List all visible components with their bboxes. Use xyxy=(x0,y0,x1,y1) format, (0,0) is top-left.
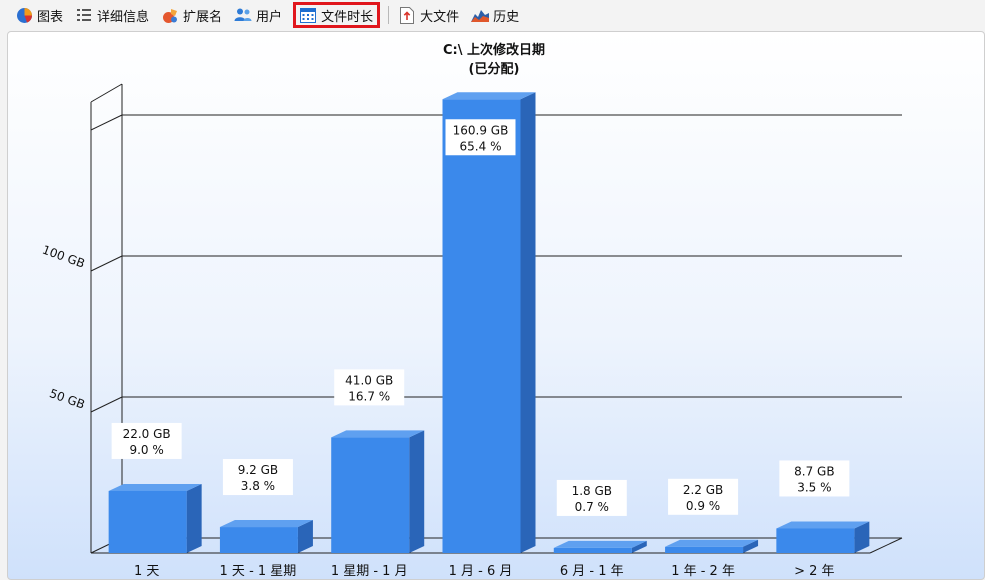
data-label-value: 22.0 GB xyxy=(123,427,171,441)
data-label-percent: 65.4 % xyxy=(460,139,502,153)
toolbar-separator xyxy=(388,6,390,24)
users-icon xyxy=(234,6,252,24)
gridline-side xyxy=(90,255,123,272)
data-label-value: 160.9 GB xyxy=(453,123,509,137)
data-label-value: 1.8 GB xyxy=(572,484,612,498)
data-label-percent: 9.0 % xyxy=(129,443,163,457)
bar-2 xyxy=(219,520,313,553)
chart-title: C:\ 上次修改日期 xyxy=(443,42,545,58)
tab-extensions-label: 扩展名 xyxy=(183,9,223,25)
bar-top-face xyxy=(442,92,536,100)
large-file-icon xyxy=(398,6,416,24)
data-label-percent: 0.9 % xyxy=(686,499,720,513)
bar-4 xyxy=(442,92,536,554)
bar-front-face xyxy=(442,99,521,554)
tab-extensions[interactable]: 扩展名 xyxy=(156,2,229,28)
bar-front-face xyxy=(553,547,632,553)
bar-front-face xyxy=(219,527,298,553)
bar-side-face xyxy=(520,92,536,554)
bar-front-face xyxy=(108,490,187,553)
floor-right-edge xyxy=(869,537,903,554)
tab-users[interactable]: 用户 xyxy=(229,2,289,28)
tab-details[interactable]: 详细信息 xyxy=(70,2,156,28)
tab-details-label: 详细信息 xyxy=(97,9,150,25)
data-label-value: 8.7 GB xyxy=(794,464,834,478)
details-list-icon xyxy=(75,6,93,24)
data-label: 8.7 GB 3.5 % xyxy=(779,460,850,497)
tab-history[interactable]: 历史 xyxy=(466,2,526,28)
bar-side-face xyxy=(186,483,202,553)
chart-x-labels: 1 天 1 天 - 1 星期 1 星期 - 1 月 1 月 - 6 月 6 月 - 1 … xyxy=(134,564,835,579)
bar-front-face xyxy=(665,546,744,553)
data-label: 9.2 GB 3.8 % xyxy=(222,459,293,496)
bar-front-face xyxy=(331,437,410,553)
chart-subtitle: (已分配) xyxy=(469,61,520,77)
calendar-icon xyxy=(299,6,317,24)
tab-large-files[interactable]: 大文件 xyxy=(393,2,466,28)
y-tick-label: 50 GB xyxy=(48,386,87,412)
extension-icon xyxy=(161,6,179,24)
bar-top-face xyxy=(331,430,425,438)
bar-6 xyxy=(665,539,759,553)
data-label: 1.8 GB 0.7 % xyxy=(556,479,627,516)
chart-panel: C:\ 上次修改日期 (已分配) 50 GB 100 GB 22.0 GB 9.0 … xyxy=(7,31,985,580)
x-tick-label: > 2 年 xyxy=(794,564,834,579)
x-tick-label: 1 星期 - 1 月 xyxy=(331,564,408,579)
y-axis-top-link xyxy=(90,83,123,103)
data-label-percent: 0.7 % xyxy=(575,500,609,514)
bar-top-face xyxy=(665,539,759,547)
bar-3 xyxy=(331,430,425,553)
gridline-side xyxy=(90,114,123,131)
bar-top-face xyxy=(776,521,870,529)
data-label-percent: 3.5 % xyxy=(797,480,831,494)
x-tick-label: 1 月 - 6 月 xyxy=(449,564,513,579)
gridline-side xyxy=(90,396,123,413)
tab-chart[interactable]: 图表 xyxy=(10,2,70,28)
bar-7 xyxy=(776,521,870,553)
data-label: 160.9 GB 65.4 % xyxy=(445,119,516,156)
x-tick-label: 1 年 - 2 年 xyxy=(671,564,735,579)
bar-1 xyxy=(108,483,202,553)
tab-users-label: 用户 xyxy=(256,9,283,25)
tab-history-label: 历史 xyxy=(493,9,520,25)
data-label-value: 2.2 GB xyxy=(683,483,723,497)
history-icon xyxy=(471,6,490,24)
y-tick-label: 100 GB xyxy=(40,243,86,271)
bar-front-face xyxy=(776,528,855,553)
data-label-percent: 3.8 % xyxy=(241,479,275,493)
tab-chart-label: 图表 xyxy=(37,9,64,25)
bar-top-face xyxy=(108,483,202,491)
chart-bars xyxy=(108,92,870,554)
tab-large-files-label: 大文件 xyxy=(420,9,460,25)
bar-5 xyxy=(553,540,647,553)
pie-chart-icon xyxy=(15,6,33,24)
data-label: 2.2 GB 0.9 % xyxy=(668,478,739,515)
toolbar: 图表 详细信息 扩展名 用户 文件时长 大文件 历史 xyxy=(0,0,985,30)
bar-top-face xyxy=(219,520,313,528)
file-age-bar-chart: C:\ 上次修改日期 (已分配) 50 GB 100 GB 22.0 GB 9.0 … xyxy=(40,42,903,579)
bar-side-face xyxy=(409,430,425,553)
x-tick-label: 1 天 xyxy=(134,564,159,579)
tab-file-age[interactable]: 文件时长 xyxy=(293,2,381,28)
data-label-percent: 16.7 % xyxy=(348,389,390,403)
bar-top-face xyxy=(553,540,647,548)
data-label: 41.0 GB 16.7 % xyxy=(334,369,405,406)
data-label: 22.0 GB 9.0 % xyxy=(111,422,182,459)
x-tick-label: 1 天 - 1 星期 xyxy=(220,564,297,579)
tab-file-age-label: 文件时长 xyxy=(321,9,374,25)
data-label-value: 41.0 GB xyxy=(345,373,393,387)
data-label-value: 9.2 GB xyxy=(238,463,278,477)
x-tick-label: 6 月 - 1 年 xyxy=(560,564,624,579)
